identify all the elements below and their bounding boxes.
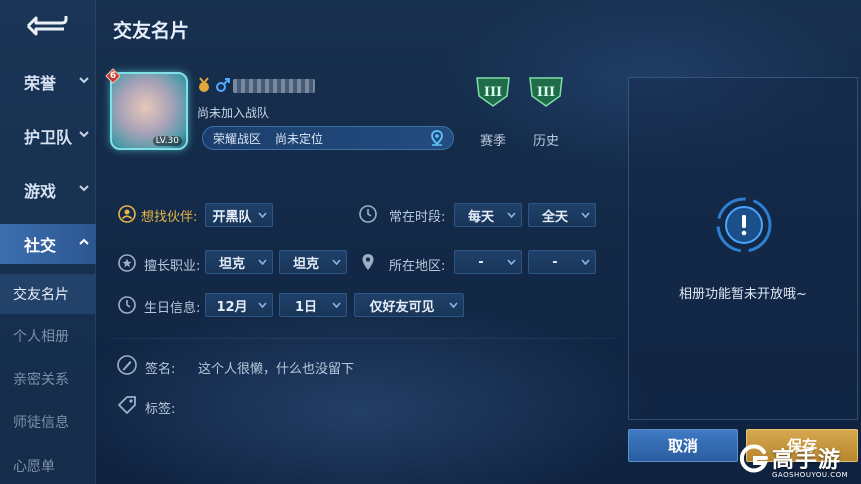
chevron-down-icon	[332, 259, 341, 265]
dropdown-value: -	[478, 254, 484, 270]
season-tier-text: III	[484, 85, 502, 100]
sidebar-item-label: 游戏	[24, 182, 57, 201]
zone-name: 荣耀战区	[213, 131, 262, 146]
alert-icon	[716, 197, 772, 253]
location-pin-icon[interactable]	[429, 130, 445, 146]
sidebar-item-guard[interactable]: 护卫队	[0, 116, 96, 156]
sidebar-subitem-label: 交友名片	[13, 287, 69, 303]
time-label: 常在时段:	[389, 210, 446, 225]
history-label: 历史	[533, 134, 560, 149]
role-1-dropdown[interactable]: 坦克	[205, 250, 273, 274]
tag-icon	[118, 396, 136, 414]
signature-field[interactable]: 这个人很懒，什么也没留下	[198, 358, 354, 377]
time-range-dropdown[interactable]: 全天	[528, 203, 596, 227]
chevron-down-icon	[581, 212, 590, 218]
partner-label: 想找伙伴:	[141, 210, 198, 225]
pen-icon	[117, 355, 137, 375]
sidebar: 荣誉 护卫队 游戏 社交 交友名片 个人相册 亲密关系 师徒信息 心愿单	[0, 0, 96, 484]
dropdown-value: 开黑队	[212, 209, 252, 225]
sidebar-subitem-mentor[interactable]: 师徒信息	[0, 402, 96, 442]
chevron-down-icon	[258, 302, 267, 308]
avatar[interactable]: LV.30	[110, 72, 188, 150]
role-label: 擅长职业:	[144, 259, 201, 274]
cancel-button[interactable]: 取消	[628, 429, 738, 462]
sidebar-subitem-label: 亲密关系	[13, 372, 69, 388]
location-icon	[362, 254, 374, 270]
sidebar-subitem-label: 心愿单	[13, 459, 55, 475]
chevron-down-icon	[507, 212, 516, 218]
sidebar-item-honor[interactable]: 荣誉	[0, 62, 96, 102]
region-1-dropdown[interactable]: -	[454, 250, 522, 274]
sidebar-item-label: 护卫队	[24, 128, 73, 147]
tags-label: 标签:	[145, 402, 176, 417]
watermark-text: 高手游	[772, 448, 842, 473]
rank-badge-number: 6	[109, 71, 117, 81]
chevron-down-icon	[79, 131, 89, 138]
sidebar-subitem-label: 师徒信息	[13, 415, 69, 431]
chevron-down-icon	[258, 259, 267, 265]
dropdown-value: -	[552, 254, 558, 270]
zone-bar[interactable]: 荣耀战区 尚未定位	[202, 126, 454, 150]
rank-badge: 6	[105, 68, 121, 84]
time-day-dropdown[interactable]: 每天	[454, 203, 522, 227]
back-arrow-icon[interactable]	[22, 10, 70, 38]
player-name-redacted	[233, 79, 315, 93]
sidebar-item-social[interactable]: 社交	[0, 224, 96, 264]
dropdown-value: 每天	[467, 209, 494, 225]
region-label: 所在地区:	[389, 259, 446, 274]
male-icon	[216, 78, 230, 92]
dropdown-value: 全天	[541, 209, 568, 225]
team-status: 尚未加入战队	[197, 106, 270, 120]
dropdown-value: 坦克	[292, 256, 319, 272]
chevron-down-icon	[332, 302, 341, 308]
watermark: 高手游 GAOSHOUYOU.COM	[738, 440, 861, 484]
birthday-label: 生日信息:	[144, 301, 201, 316]
zone-status: 尚未定位	[275, 131, 324, 146]
divider	[110, 338, 615, 339]
partner-dropdown[interactable]: 开黑队	[205, 203, 273, 227]
birthday-visibility-dropdown[interactable]: 仅好友可见	[354, 293, 464, 317]
watermark-url: GAOSHOUYOU.COM	[772, 471, 849, 479]
chevron-down-icon	[449, 302, 458, 308]
album-message: 相册功能暂未开放哦~	[679, 287, 807, 302]
dropdown-value: 1日	[294, 299, 318, 315]
clock-icon	[359, 205, 377, 223]
history-rank-shield-icon[interactable]: III	[528, 76, 564, 108]
dropdown-value: 12月	[216, 299, 248, 315]
album-panel: 相册功能暂未开放哦~	[628, 77, 858, 420]
avatar-level: LV.30	[152, 136, 182, 146]
sidebar-subitem-label: 个人相册	[13, 329, 69, 345]
dropdown-value: 仅好友可见	[369, 299, 435, 315]
sidebar-subitem-wishlist[interactable]: 心愿单	[0, 446, 96, 484]
partner-icon	[118, 205, 136, 223]
birthday-day-dropdown[interactable]: 1日	[279, 293, 347, 317]
medal-icon	[199, 77, 209, 92]
history-tier-text: III	[537, 85, 555, 100]
sidebar-item-game[interactable]: 游戏	[0, 170, 96, 210]
sidebar-item-label: 社交	[24, 236, 57, 255]
chevron-down-icon	[79, 77, 89, 84]
sidebar-subitem-friend-card[interactable]: 交友名片	[0, 274, 96, 314]
region-2-dropdown[interactable]: -	[528, 250, 596, 274]
sidebar-subitem-album[interactable]: 个人相册	[0, 316, 96, 356]
star-icon	[118, 254, 136, 272]
chevron-up-icon	[79, 238, 89, 245]
chevron-down-icon	[258, 212, 267, 218]
chevron-down-icon	[581, 259, 590, 265]
season-rank-shield-icon[interactable]: III	[475, 76, 511, 108]
role-2-dropdown[interactable]: 坦克	[279, 250, 347, 274]
page-title: 交友名片	[113, 20, 190, 42]
dropdown-value: 坦克	[218, 256, 245, 272]
season-label: 赛季	[480, 134, 507, 149]
clock-icon	[118, 296, 136, 314]
sidebar-subitem-intimacy[interactable]: 亲密关系	[0, 359, 96, 399]
chevron-down-icon	[507, 259, 516, 265]
birthday-month-dropdown[interactable]: 12月	[205, 293, 273, 317]
signature-label: 签名:	[145, 362, 176, 377]
status-icons	[197, 77, 231, 93]
chevron-down-icon	[79, 185, 89, 192]
gaoshouyou-logo-icon	[739, 444, 768, 473]
sidebar-item-label: 荣誉	[24, 74, 57, 93]
